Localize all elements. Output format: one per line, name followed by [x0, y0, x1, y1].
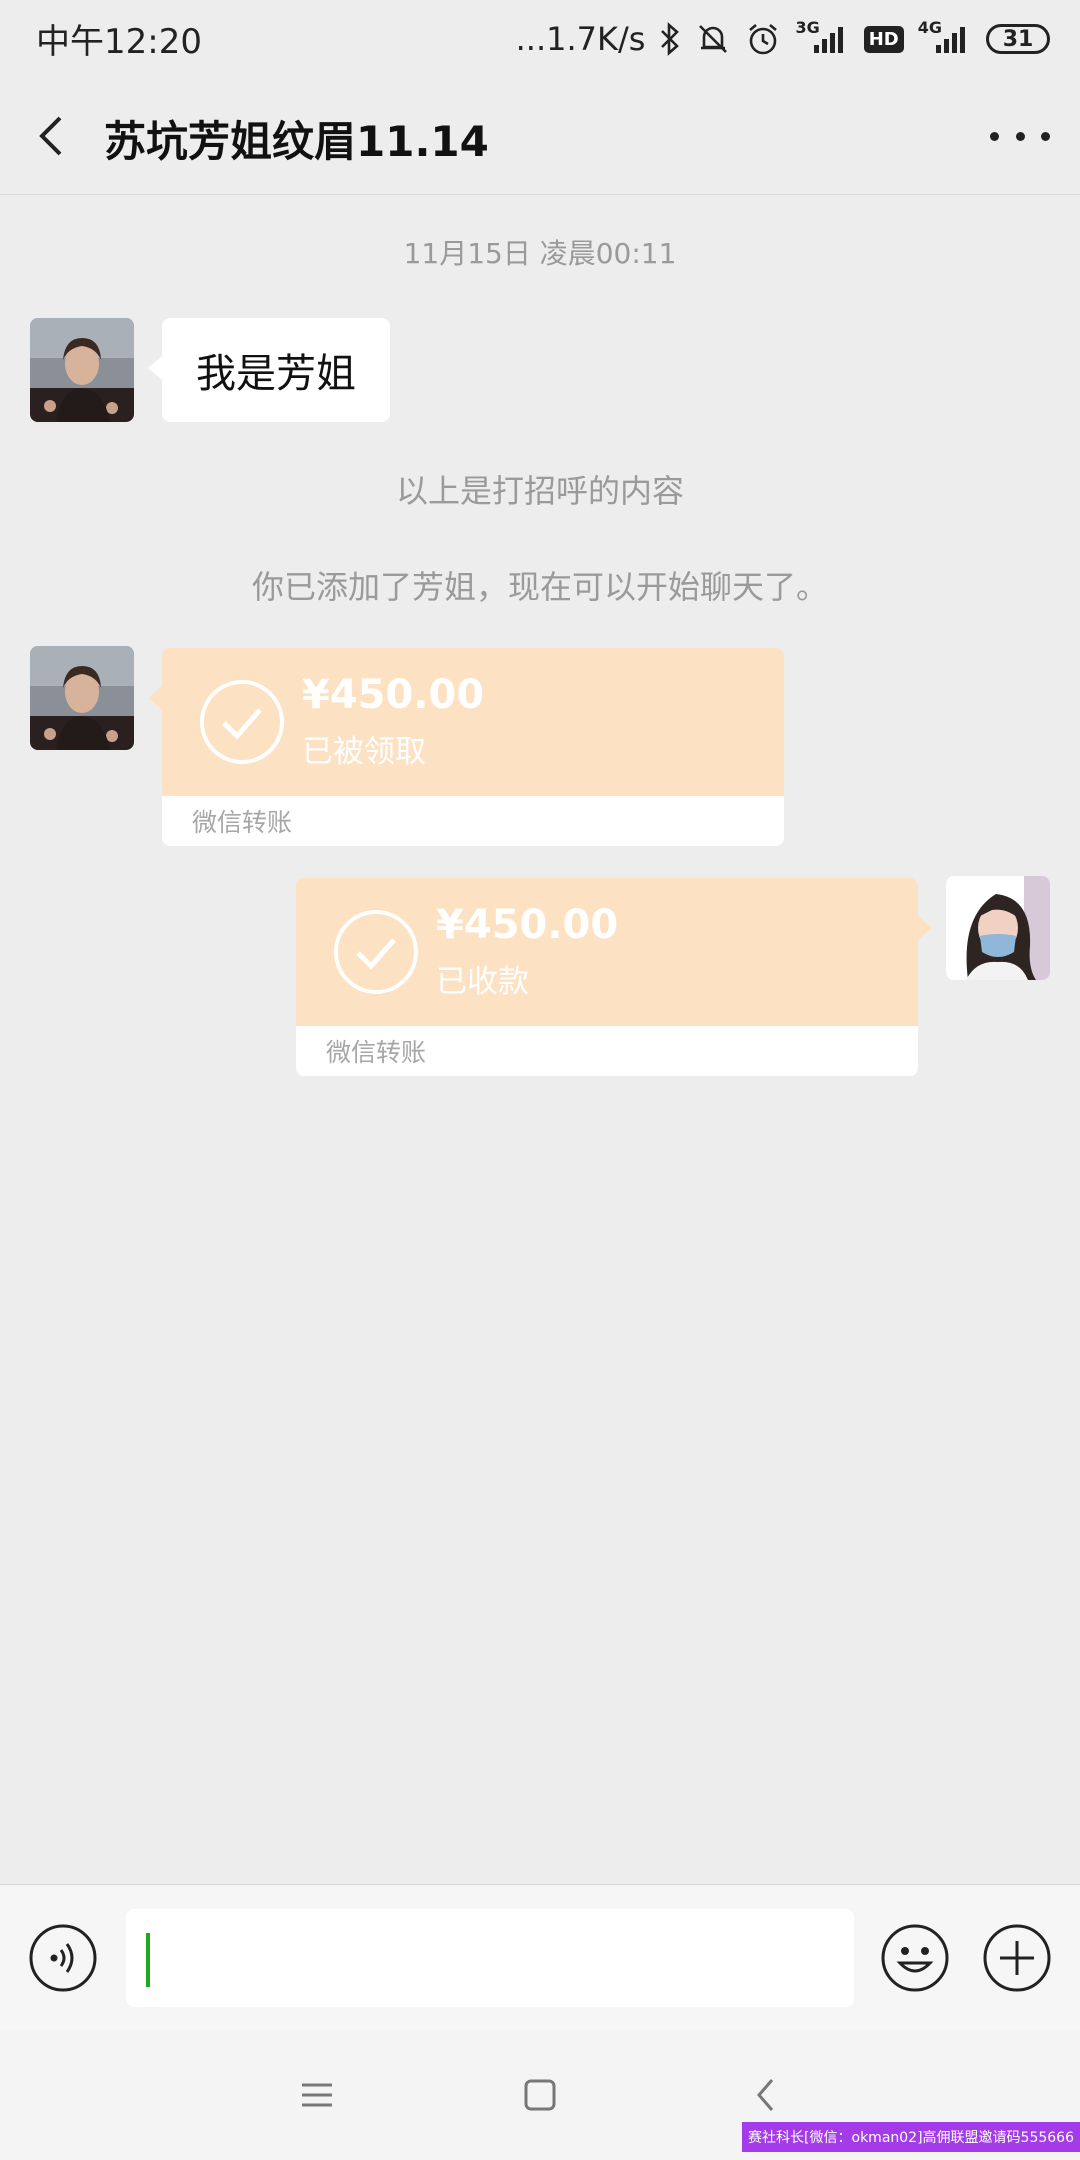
home-icon — [524, 2079, 556, 2111]
transfer-card-body: ¥450.00 已被领取 — [162, 648, 784, 796]
home-nav-button[interactable] — [515, 2070, 565, 2120]
status-icons: ...1.7K/s 3G HD 4G 31 — [516, 14, 1050, 64]
emoji-icon — [881, 1924, 949, 1992]
message-timestamp: 11月15日 凌晨00:11 — [403, 237, 677, 270]
system-nav-bar: 赛社科长[微信：okman02]高佣联盟邀请码555666 — [0, 2030, 1080, 2160]
status-bar: 中午12:20 ...1.7K/s 3G HD 4G 31 — [0, 0, 1080, 78]
system-message: 你已添加了芳姐，现在可以开始聊天了。 — [251, 568, 828, 606]
check-circle-icon — [334, 910, 418, 994]
input-bar — [0, 1884, 1080, 2031]
alarm-icon — [745, 21, 781, 57]
transfer-amount: ¥450.00 — [436, 902, 619, 948]
more-dot-icon — [990, 131, 999, 141]
transfer-label: 微信转账 — [296, 1026, 918, 1076]
voice-icon — [29, 1924, 97, 1992]
my-avatar[interactable] — [946, 876, 1050, 980]
text-caret — [146, 1933, 150, 1987]
chevron-left-icon — [39, 116, 62, 156]
transfer-status: 已被领取 — [302, 734, 426, 770]
bubble-tail — [148, 686, 162, 710]
voice-button[interactable] — [28, 1923, 98, 1993]
transfer-amount: ¥450.00 — [302, 672, 485, 718]
message-input[interactable] — [126, 1909, 854, 2007]
check-circle-icon — [200, 680, 284, 764]
watermark: 赛社科长[微信：okman02]高佣联盟邀请码555666 — [742, 2122, 1080, 2152]
network-speed: ...1.7K/s — [515, 20, 646, 58]
bluetooth-icon — [659, 22, 681, 56]
plus-icon — [983, 1924, 1051, 1992]
greeting-message-text: 我是芳姐 — [196, 351, 356, 397]
contact-avatar-image — [30, 646, 134, 750]
status-time: 中午12:20 — [36, 22, 202, 62]
system-message: 以上是打招呼的内容 — [395, 472, 684, 510]
transfer-card-body: ¥450.00 已收款 — [296, 878, 918, 1026]
back-nav-button[interactable] — [742, 2070, 792, 2120]
more-options-button[interactable] — [990, 108, 1050, 164]
signal-3g-icon: 3G — [795, 18, 849, 55]
transfer-status: 已收款 — [436, 964, 529, 1000]
chat-title: 苏坑芳姐纹眉11.14 — [104, 117, 489, 166]
transfer-card-outgoing[interactable]: ¥450.00 已收款 微信转账 — [296, 878, 918, 1076]
contact-avatar[interactable] — [30, 646, 134, 750]
hd-badge: HD — [863, 25, 904, 53]
battery-icon: 31 — [986, 24, 1050, 54]
greeting-message-bubble[interactable]: 我是芳姐 — [148, 318, 390, 422]
plus-button[interactable] — [982, 1923, 1052, 1993]
contact-avatar[interactable] — [30, 318, 134, 422]
emoji-button[interactable] — [880, 1923, 950, 1993]
more-dot-icon — [1015, 131, 1025, 141]
mute-bell-icon — [695, 21, 731, 57]
back-button[interactable] — [26, 108, 82, 164]
signal-4g-icon: 4G — [918, 18, 972, 55]
menu-icon — [302, 2083, 332, 2107]
more-dot-icon — [1041, 131, 1050, 141]
menu-nav-button[interactable] — [292, 2070, 342, 2120]
bubble-tail — [918, 916, 932, 940]
chat-header: 苏坑芳姐纹眉11.14 — [0, 78, 1080, 195]
transfer-label: 微信转账 — [162, 796, 784, 846]
back-icon — [757, 2079, 774, 2111]
transfer-card-incoming[interactable]: ¥450.00 已被领取 微信转账 — [162, 648, 784, 846]
contact-avatar-image — [30, 318, 134, 422]
my-avatar-image — [946, 876, 1050, 980]
